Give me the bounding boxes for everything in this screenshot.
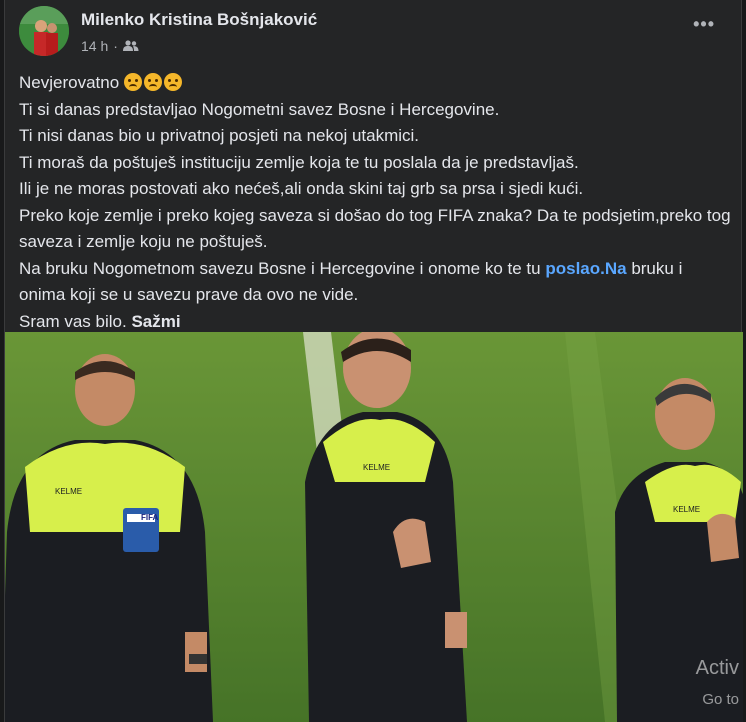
kit-brand: KELME (363, 463, 390, 472)
kit-brand: KELME (55, 487, 82, 496)
author-name[interactable]: Milenko Kristina Bošnjaković (81, 10, 317, 30)
post-card: Milenko Kristina Bošnjaković 14 h · ••• … (4, 0, 743, 722)
text-line: Ili je ne moras postovati ako nećeš,ali … (19, 179, 584, 198)
more-dots-icon[interactable]: ••• (693, 14, 715, 35)
text-line: Preko koje zemlje i preko kojeg saveza s… (19, 205, 731, 252)
meta-separator: · (113, 38, 118, 54)
post-time[interactable]: 14 h (81, 38, 108, 54)
windows-activation-hint: Go to (702, 691, 739, 708)
friends-icon (122, 40, 139, 51)
post-photo[interactable]: FIFA KELME KELME KELME Activ Go to (5, 332, 743, 722)
text-line: Ti si danas predstavljao Nogometni savez… (19, 99, 500, 119)
avatar[interactable] (19, 6, 69, 56)
avatar-image (19, 6, 69, 56)
sad-face-icon (123, 73, 142, 91)
kit-brand: KELME (673, 505, 700, 514)
see-less-button[interactable]: Sažmi (131, 312, 180, 331)
referees-photo: FIFA KELME KELME KELME (5, 332, 743, 722)
post-text: Nevjerovatno Ti si danas predstavljao No… (19, 70, 731, 335)
text-line: Ti moraš da poštuješ instituciju zemlje … (19, 152, 579, 172)
sad-face-icon (163, 73, 182, 91)
post-meta: 14 h · (81, 38, 139, 54)
fifa-badge: FIFA (141, 513, 159, 522)
text-line: Na bruku Nogometnom savezu Bosne i Herce… (19, 258, 683, 305)
windows-activation-title: Activ (695, 657, 739, 679)
text-line: Ti nisi danas bio u privatnoj posjeti na… (19, 126, 420, 145)
text-link[interactable]: poslao.Na (545, 259, 626, 278)
text-line: Nevjerovatno (19, 70, 731, 97)
sad-face-icon (143, 73, 162, 91)
